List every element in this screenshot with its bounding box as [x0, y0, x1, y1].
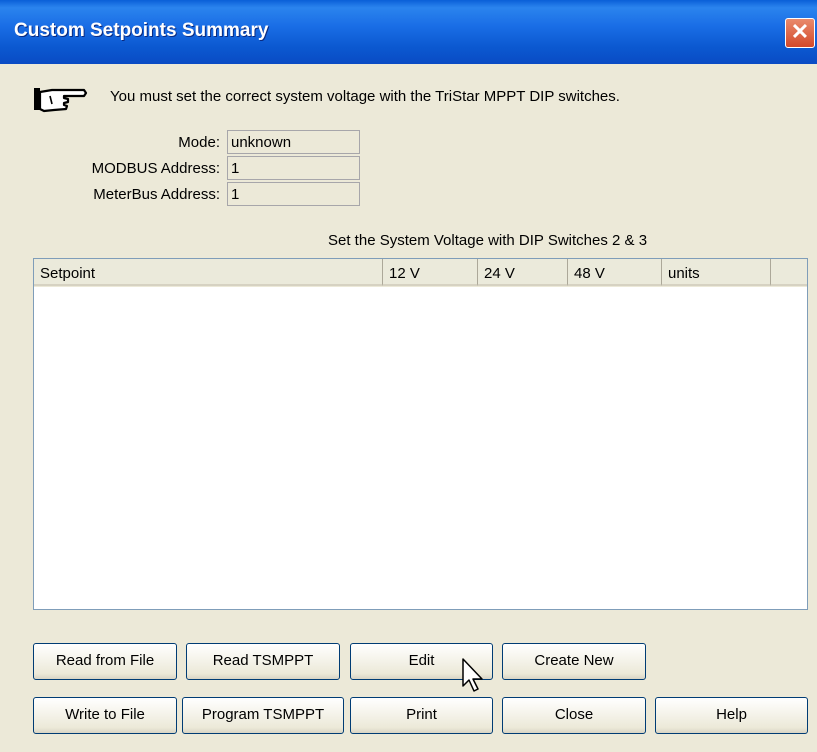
modbus-address-field: 1: [227, 156, 360, 180]
mode-field: unknown: [227, 130, 360, 154]
column-header-24v[interactable]: 24 V: [478, 259, 568, 286]
setpoints-table[interactable]: Setpoint 12 V 24 V 48 V units: [33, 258, 808, 610]
pointing-hand-icon: [34, 88, 88, 113]
meterbus-address-label: MeterBus Address:: [93, 186, 220, 203]
help-button[interactable]: Help: [655, 697, 808, 734]
column-header-units[interactable]: units: [662, 259, 771, 286]
close-button[interactable]: Close: [502, 697, 646, 734]
program-tsmppt-button[interactable]: Program TSMPPT: [182, 697, 344, 734]
print-button[interactable]: Print: [350, 697, 493, 734]
modbus-address-label: MODBUS Address:: [91, 160, 220, 177]
dip-switch-notice: You must set the correct system voltage …: [110, 88, 620, 105]
column-header-48v[interactable]: 48 V: [568, 259, 662, 286]
title-bar[interactable]: Custom Setpoints Summary ✕: [0, 0, 817, 64]
table-header: Setpoint 12 V 24 V 48 V units: [34, 259, 807, 287]
write-to-file-button[interactable]: Write to File: [33, 697, 177, 734]
column-header-filler: [771, 259, 807, 286]
mouse-pointer-icon: [462, 658, 483, 692]
window-title: Custom Setpoints Summary: [14, 20, 269, 41]
column-header-setpoint[interactable]: Setpoint: [34, 259, 383, 286]
column-header-12v[interactable]: 12 V: [383, 259, 478, 286]
read-tsmppt-button[interactable]: Read TSMPPT: [186, 643, 340, 680]
create-new-button[interactable]: Create New: [502, 643, 646, 680]
mode-label: Mode:: [178, 134, 220, 151]
meterbus-address-field: 1: [227, 182, 360, 206]
read-from-file-button[interactable]: Read from File: [33, 643, 177, 680]
window-close-button[interactable]: ✕: [785, 18, 815, 48]
system-voltage-caption: Set the System Voltage with DIP Switches…: [328, 232, 648, 249]
